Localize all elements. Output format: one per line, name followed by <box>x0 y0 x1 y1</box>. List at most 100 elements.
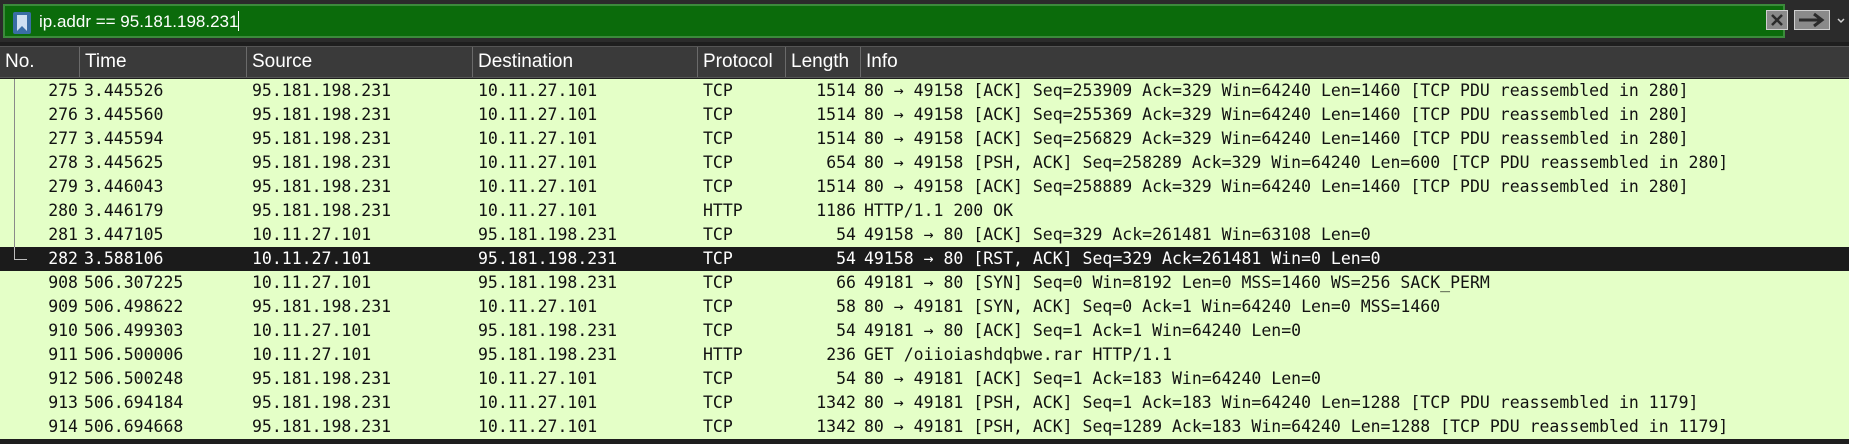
packet-source: 95.181.198.231 <box>252 417 392 436</box>
apply-filter-arrow-icon <box>1799 12 1825 28</box>
display-filter-input[interactable]: ip.addr == 95.181.198.231 <box>3 4 1785 38</box>
packet-row[interactable]: 909 506.498622 95.181.198.231 10.11.27.101 T… <box>0 295 1849 319</box>
packet-destination: 95.181.198.231 <box>478 321 618 340</box>
packet-protocol: TCP <box>703 321 733 340</box>
packet-destination: 10.11.27.101 <box>478 81 598 100</box>
filter-expression-text[interactable]: ip.addr == 95.181.198.231 <box>39 11 240 32</box>
packet-length: 54 <box>836 225 856 244</box>
packet-time: 3.445560 <box>84 105 164 124</box>
packet-time: 506.498622 <box>84 297 184 316</box>
packet-info: 80 → 49181 [SYN, ACK] Seq=0 Ack=1 Win=64… <box>864 297 1441 316</box>
packet-protocol: TCP <box>703 297 733 316</box>
packet-time: 3.445625 <box>84 153 164 172</box>
text-cursor <box>238 11 240 31</box>
packet-length: 1342 <box>816 417 856 436</box>
packet-info: 80 → 49158 [PSH, ACK] Seq=258289 Ack=329… <box>864 153 1729 172</box>
clear-filter-icon <box>1771 14 1783 26</box>
packet-number: 278 <box>48 153 78 172</box>
packet-time: 506.307225 <box>84 273 184 292</box>
packet-info: 49181 → 80 [SYN] Seq=0 Win=8192 Len=0 MS… <box>864 273 1490 292</box>
packet-number: 282 <box>48 249 78 268</box>
packet-length: 58 <box>836 297 856 316</box>
packet-info: GET /oiioiashdqbwe.rar HTTP/1.1 <box>864 345 1172 364</box>
packet-number: 912 <box>48 369 78 388</box>
packet-info: 80 → 49181 [PSH, ACK] Seq=1 Ack=183 Win=… <box>864 393 1699 412</box>
packet-protocol: TCP <box>703 273 733 292</box>
packet-info: 80 → 49181 [PSH, ACK] Seq=1289 Ack=183 W… <box>864 417 1729 436</box>
packet-source: 95.181.198.231 <box>252 393 392 412</box>
packet-source: 10.11.27.101 <box>252 273 372 292</box>
packet-row[interactable]: 277 3.445594 95.181.198.231 10.11.27.101 TCP… <box>0 127 1849 151</box>
packet-row[interactable]: 275 3.445526 95.181.198.231 10.11.27.101 TCP… <box>0 79 1849 103</box>
packet-row[interactable]: 911 506.500006 10.11.27.101 95.181.198.231 H… <box>0 343 1849 367</box>
packet-row-selected[interactable]: 282 3.588106 10.11.27.101 95.181.198.231 TCP… <box>0 247 1849 271</box>
packet-row[interactable]: 276 3.445560 95.181.198.231 10.11.27.101 TCP… <box>0 103 1849 127</box>
packet-row[interactable]: 908 506.307225 10.11.27.101 95.181.198.231 T… <box>0 271 1849 295</box>
packet-protocol: TCP <box>703 129 733 148</box>
packet-length: 1514 <box>816 105 856 124</box>
display-filter-toolbar: ip.addr == 95.181.198.231 <box>0 0 1849 42</box>
column-header-info[interactable]: Info <box>861 47 1849 77</box>
packet-info: HTTP/1.1 200 OK <box>864 201 1014 220</box>
packet-row[interactable]: 279 3.446043 95.181.198.231 10.11.27.101 TCP… <box>0 175 1849 199</box>
packet-source: 10.11.27.101 <box>252 249 372 268</box>
packet-length: 66 <box>836 273 856 292</box>
packet-number: 911 <box>48 345 78 364</box>
packet-time: 3.445526 <box>84 81 164 100</box>
packet-info: 49158 → 80 [ACK] Seq=329 Ack=261481 Win=… <box>864 225 1371 244</box>
apply-filter-button[interactable] <box>1794 10 1830 30</box>
packet-protocol: TCP <box>703 81 733 100</box>
packet-destination: 10.11.27.101 <box>478 417 598 436</box>
packet-length: 54 <box>836 369 856 388</box>
packet-length: 1514 <box>816 81 856 100</box>
packet-number: 276 <box>48 105 78 124</box>
packet-row[interactable]: 912 506.500248 95.181.198.231 10.11.27.101 T… <box>0 367 1849 391</box>
packet-number: 914 <box>48 417 78 436</box>
packet-length: 236 <box>826 345 856 364</box>
packet-protocol: TCP <box>703 153 733 172</box>
packet-length: 654 <box>826 153 856 172</box>
packet-length: 54 <box>836 249 856 268</box>
column-header-destination[interactable]: Destination <box>473 47 698 77</box>
packet-destination: 95.181.198.231 <box>478 345 618 364</box>
packet-row[interactable]: 910 506.499303 10.11.27.101 95.181.198.231 T… <box>0 319 1849 343</box>
packet-number: 280 <box>48 201 78 220</box>
bookmark-icon[interactable] <box>13 12 31 34</box>
packet-length: 54 <box>836 321 856 340</box>
packet-destination: 95.181.198.231 <box>478 273 618 292</box>
packet-protocol: TCP <box>703 249 733 268</box>
packet-time: 3.446179 <box>84 201 164 220</box>
packet-number: 909 <box>48 297 78 316</box>
packet-protocol: TCP <box>703 393 733 412</box>
packet-protocol: HTTP <box>703 345 743 364</box>
packet-destination: 10.11.27.101 <box>478 201 598 220</box>
packet-number: 908 <box>48 273 78 292</box>
packet-number: 277 <box>48 129 78 148</box>
column-header-time[interactable]: Time <box>80 47 247 77</box>
packet-row[interactable]: 913 506.694184 95.181.198.231 10.11.27.101 T… <box>0 391 1849 415</box>
packet-row[interactable]: 280 3.446179 95.181.198.231 10.11.27.101 HTT… <box>0 199 1849 223</box>
packet-length: 1514 <box>816 129 856 148</box>
filter-history-dropdown[interactable] <box>1836 12 1846 28</box>
packet-info: 80 → 49181 [ACK] Seq=1 Ack=183 Win=64240… <box>864 369 1321 388</box>
packet-destination: 10.11.27.101 <box>478 297 598 316</box>
packet-time: 506.500006 <box>84 345 184 364</box>
column-header-protocol[interactable]: Protocol <box>698 47 786 77</box>
clear-filter-button[interactable] <box>1766 10 1788 30</box>
packet-row[interactable]: 281 3.447105 10.11.27.101 95.181.198.231 TCP… <box>0 223 1849 247</box>
packet-row[interactable]: 914 506.694668 95.181.198.231 10.11.27.101 T… <box>0 415 1849 439</box>
packet-destination: 10.11.27.101 <box>478 393 598 412</box>
packet-list-header: No. Time Source Destination Protocol Len… <box>0 46 1849 78</box>
packet-length: 1186 <box>816 201 856 220</box>
packet-source: 95.181.198.231 <box>252 201 392 220</box>
packet-protocol: HTTP <box>703 201 743 220</box>
column-header-length[interactable]: Length <box>786 47 861 77</box>
column-header-no[interactable]: No. <box>0 47 80 77</box>
packet-info: 80 → 49158 [ACK] Seq=255369 Ack=329 Win=… <box>864 105 1689 124</box>
packet-source: 95.181.198.231 <box>252 297 392 316</box>
packet-protocol: TCP <box>703 177 733 196</box>
column-header-source[interactable]: Source <box>247 47 473 77</box>
packet-row[interactable]: 278 3.445625 95.181.198.231 10.11.27.101 TCP… <box>0 151 1849 175</box>
packet-destination: 10.11.27.101 <box>478 369 598 388</box>
packet-number: 279 <box>48 177 78 196</box>
